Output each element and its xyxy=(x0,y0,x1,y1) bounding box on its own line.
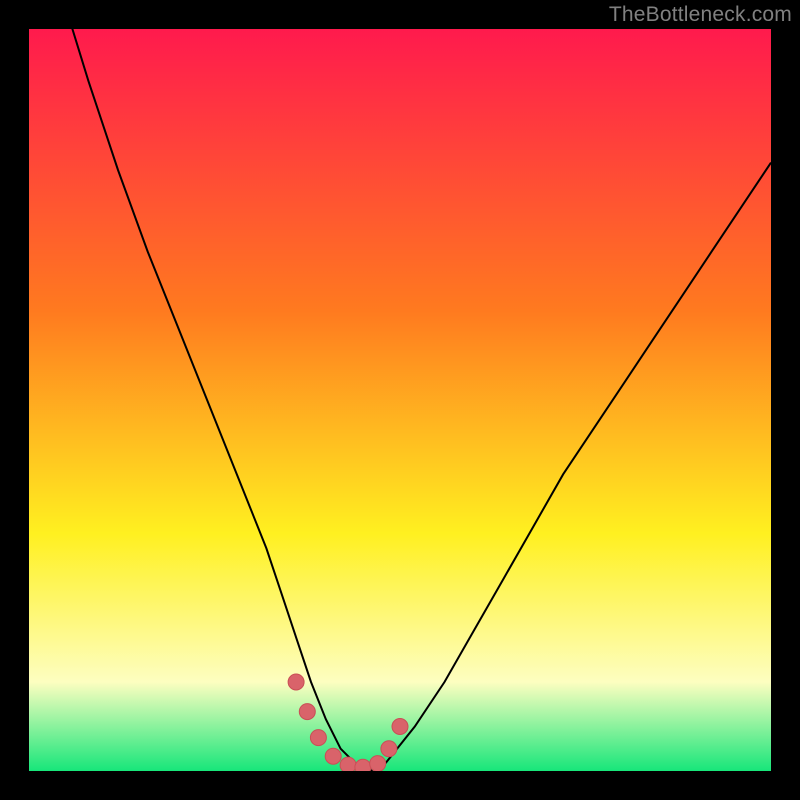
curve-marker xyxy=(370,756,386,771)
chart-frame: TheBottleneck.com xyxy=(0,0,800,800)
curve-marker xyxy=(392,719,408,735)
curve-marker xyxy=(355,759,371,771)
curve-marker xyxy=(325,748,341,764)
curve-marker xyxy=(299,704,315,720)
plot-area xyxy=(29,29,771,771)
chart-svg xyxy=(29,29,771,771)
watermark-text: TheBottleneck.com xyxy=(609,3,792,27)
gradient-background xyxy=(29,29,771,771)
curve-marker xyxy=(310,730,326,746)
curve-marker xyxy=(288,674,304,690)
curve-marker xyxy=(340,757,356,771)
curve-marker xyxy=(381,741,397,757)
